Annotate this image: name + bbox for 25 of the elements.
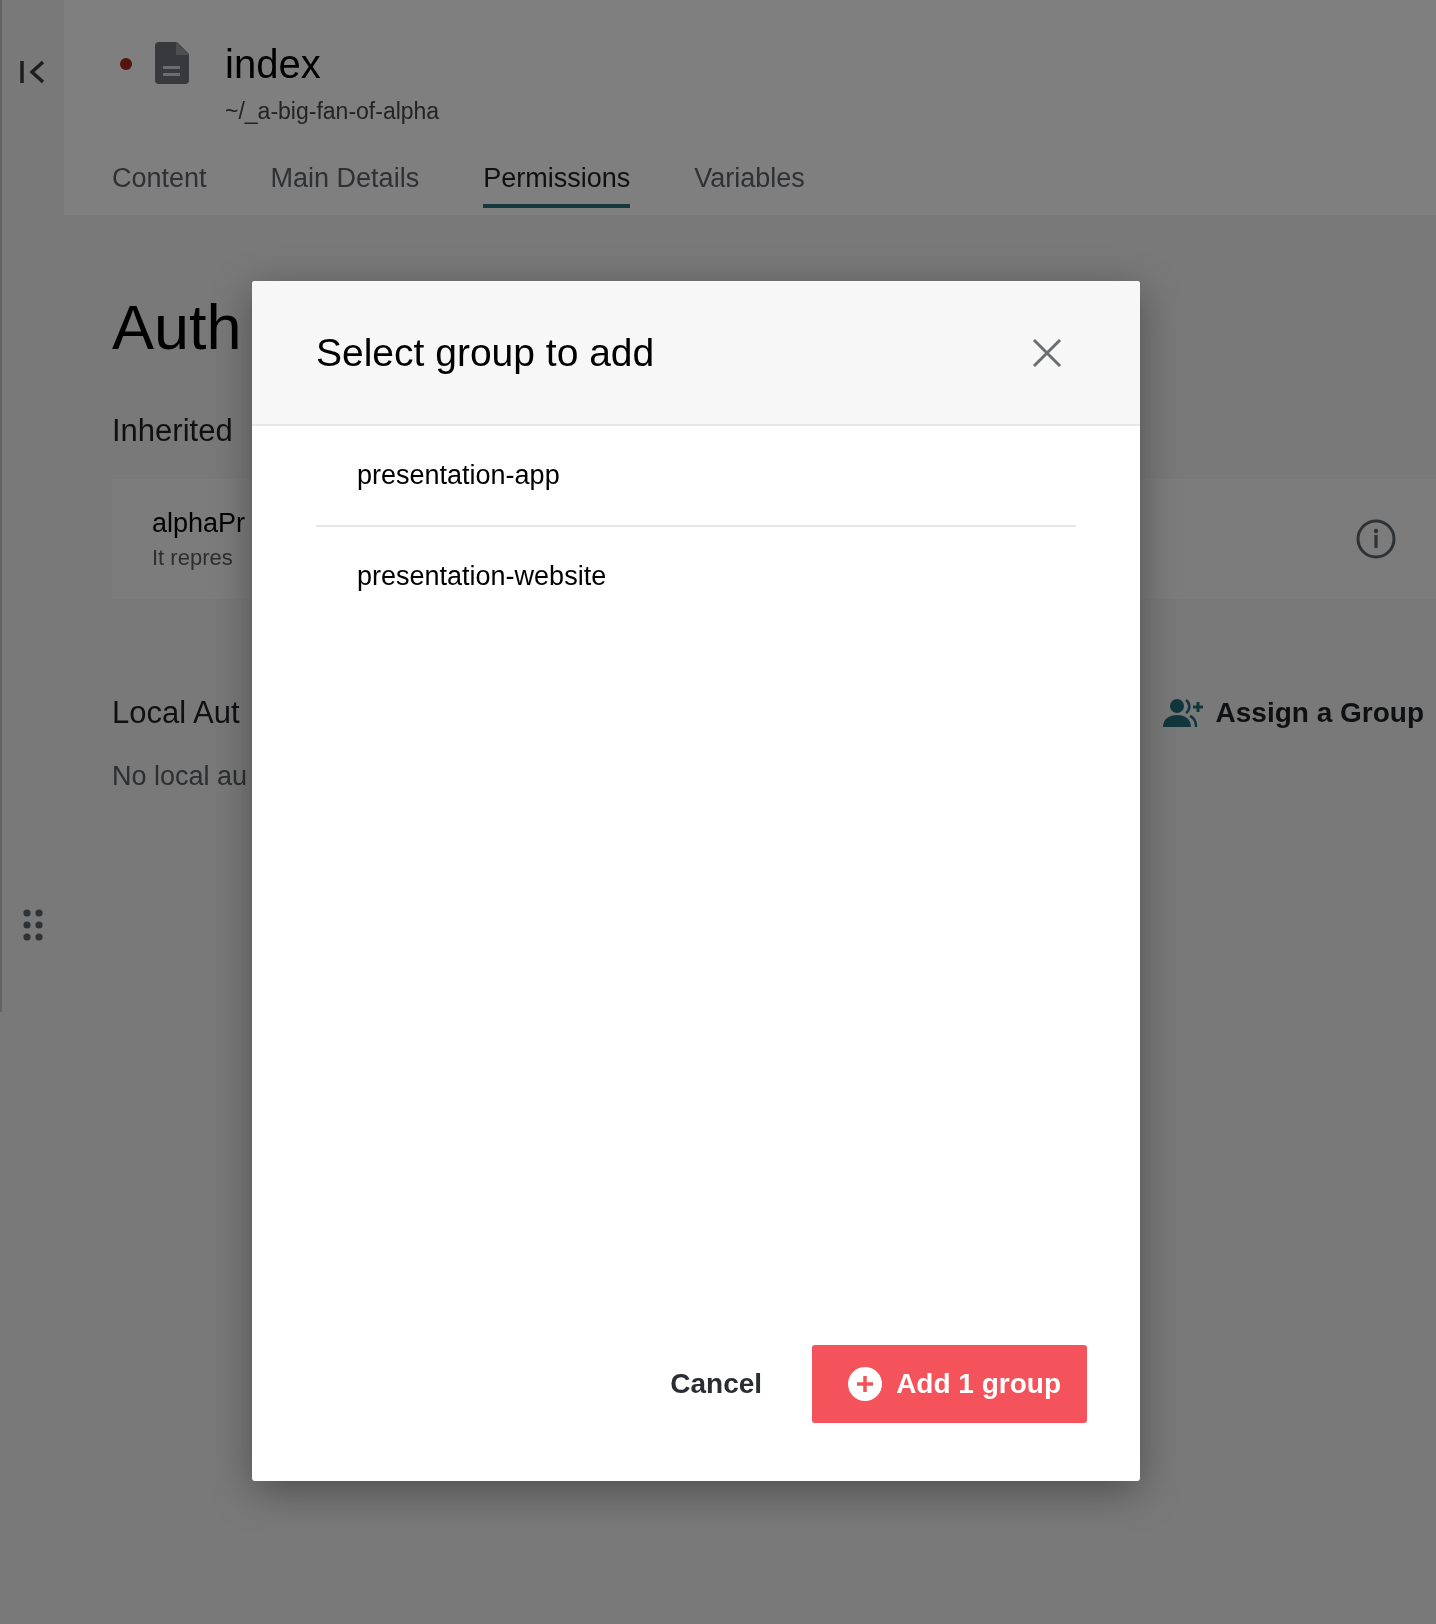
group-option[interactable]: presentation-website xyxy=(316,525,1076,626)
section-heading: Inherited xyxy=(112,413,233,449)
cancel-button[interactable]: Cancel xyxy=(670,1358,763,1410)
empty-message: No local au xyxy=(112,761,248,792)
group-description: It repres xyxy=(152,544,233,571)
dialog-title: Select group to add xyxy=(316,330,655,375)
tab[interactable]: Variables xyxy=(694,163,805,208)
info-icon[interactable] xyxy=(1356,519,1396,559)
document-icon xyxy=(155,42,189,84)
drag-handle-icon[interactable] xyxy=(23,909,43,941)
add-user-icon xyxy=(1161,698,1204,728)
document-path: ~/_a-big-fan-of-alpha xyxy=(225,98,440,125)
group-option[interactable]: presentation-app xyxy=(316,426,1076,525)
tab[interactable]: Content xyxy=(112,163,207,208)
document-title: index xyxy=(225,42,322,86)
page-heading: Auth xyxy=(112,291,242,364)
tab[interactable]: Main Details xyxy=(270,163,420,208)
add-group-button[interactable]: Add 1 group xyxy=(812,1345,1087,1423)
group-name: alphaPr xyxy=(152,507,246,539)
assign-group-button[interactable]: Assign a Group xyxy=(1161,697,1424,729)
tab[interactable]: Permissions xyxy=(483,163,631,208)
collapse-sidebar-icon[interactable] xyxy=(19,59,47,85)
plus-circle-icon xyxy=(848,1367,883,1401)
close-icon[interactable] xyxy=(1032,337,1062,368)
section-heading: Local Aut xyxy=(112,695,240,731)
